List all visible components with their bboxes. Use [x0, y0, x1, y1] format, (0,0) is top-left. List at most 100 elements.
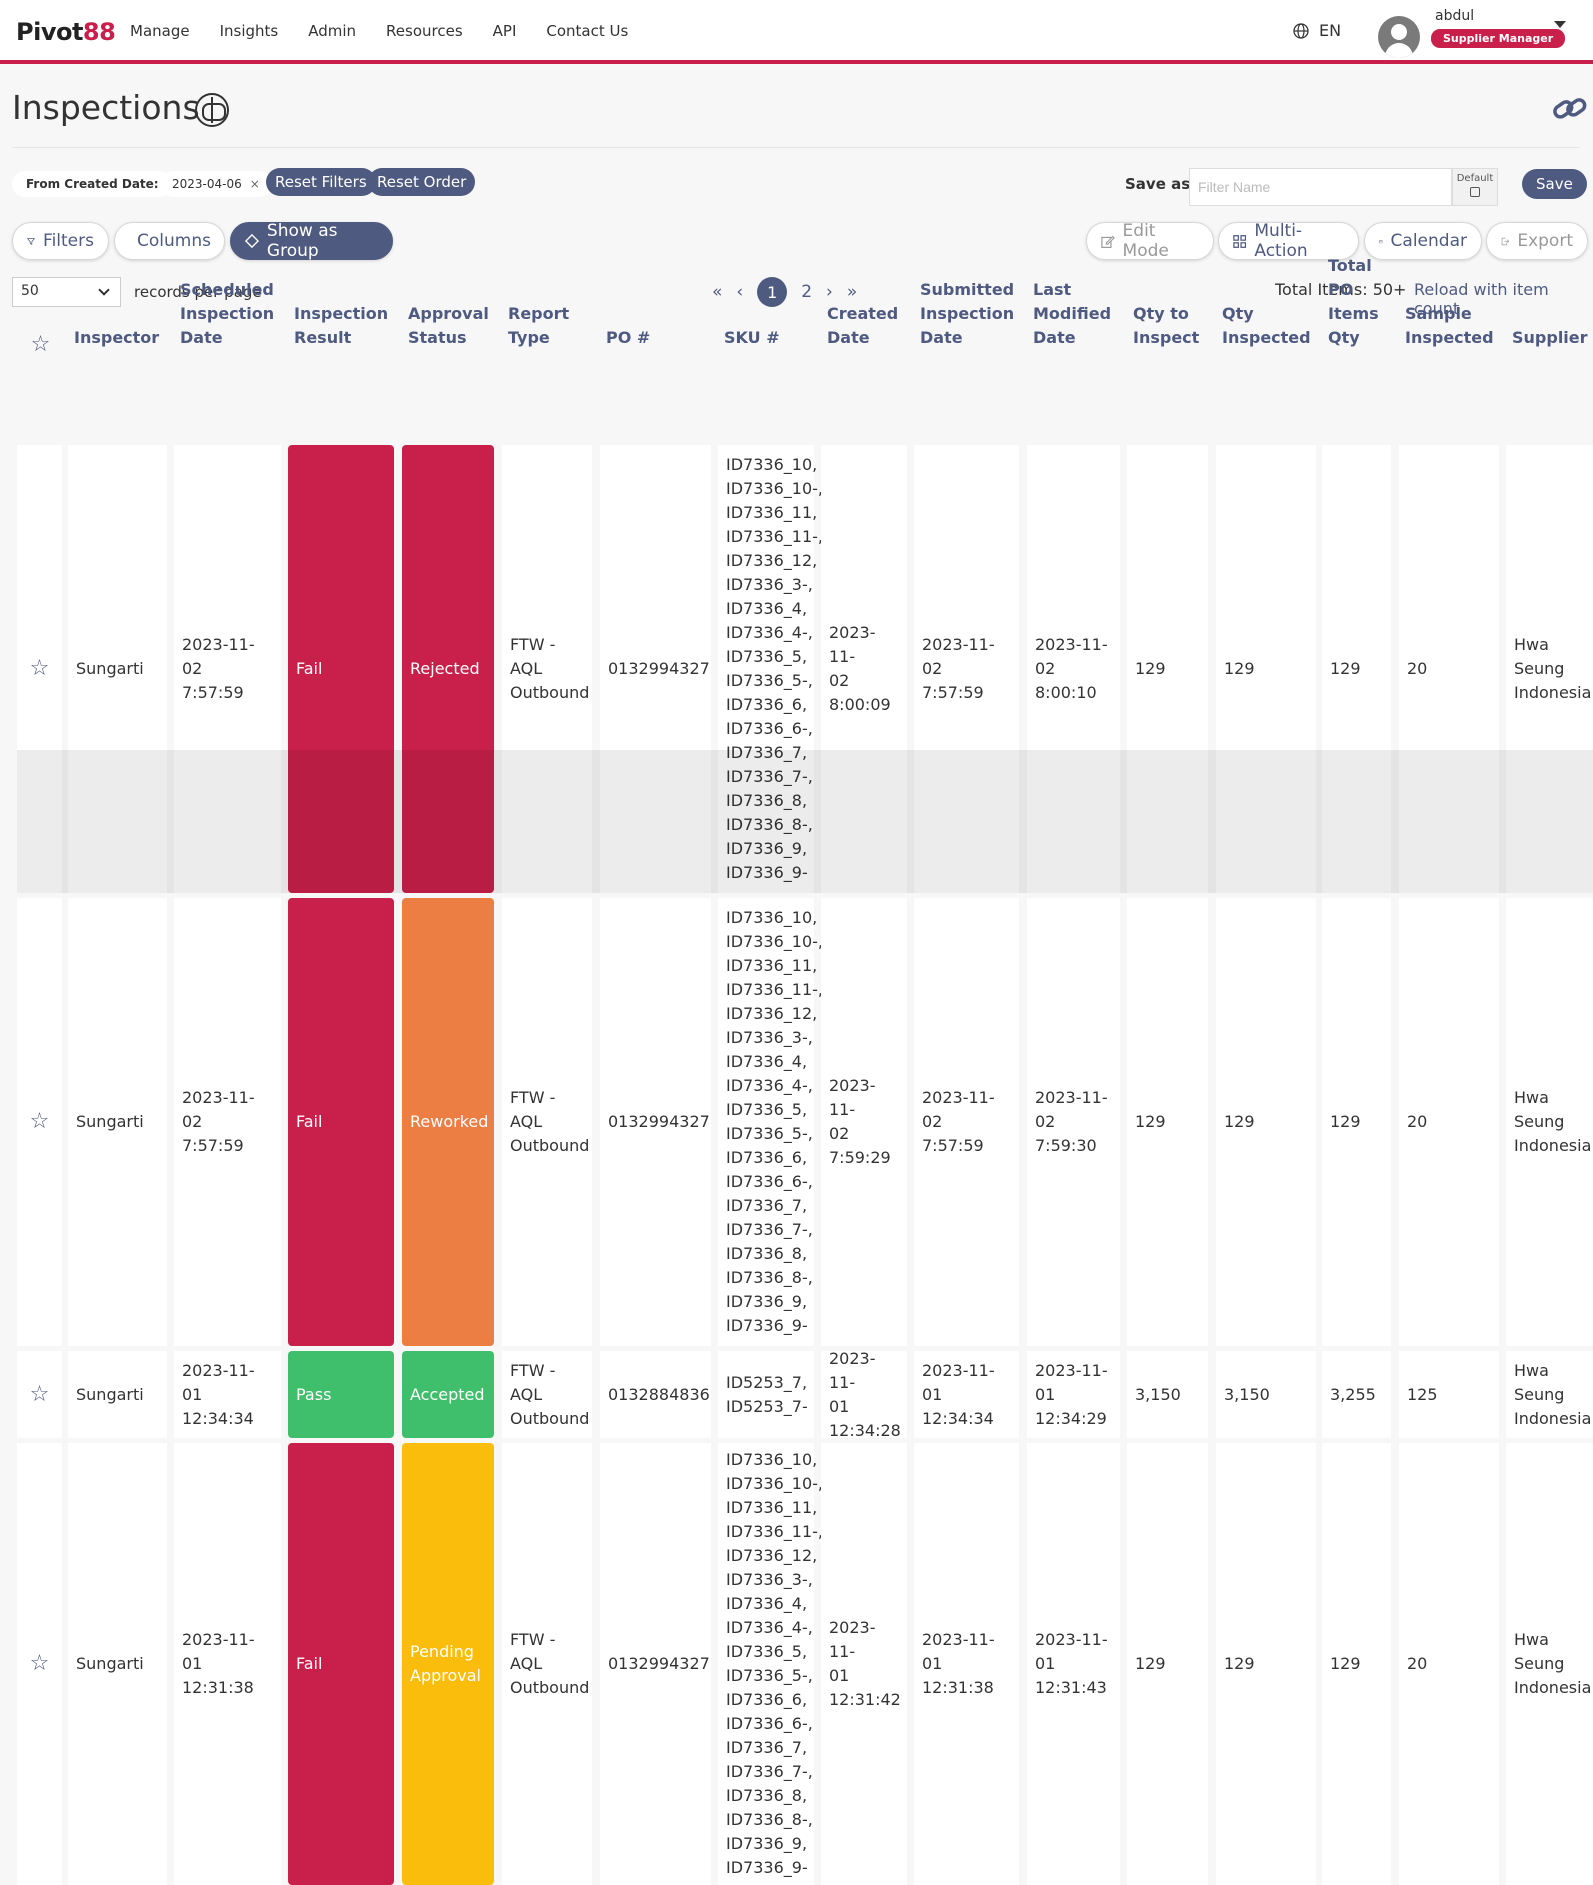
- column-header-scheduled[interactable]: Scheduled Inspection Date: [180, 278, 285, 350]
- cell-supplier: Hwa Seung Indonesia: [1514, 633, 1591, 705]
- table-cell-po[interactable]: 0132994327: [600, 1443, 711, 1885]
- cell-submitted-line: 2023-11-01: [922, 1360, 995, 1404]
- page-1-button[interactable]: 1: [757, 277, 788, 307]
- column-header-line: Submitted: [920, 280, 1015, 299]
- export-button[interactable]: Export: [1486, 222, 1588, 260]
- cell-supplier-line: Hwa: [1514, 1088, 1549, 1107]
- star-icon[interactable]: ☆: [17, 898, 62, 1346]
- top-navbar: Pivot88 Manage Insights Admin Resources …: [0, 0, 1593, 64]
- nav-manage[interactable]: Manage: [130, 22, 190, 40]
- column-header-line: Type: [508, 328, 550, 347]
- from-date-chip[interactable]: 2023-04-06 ×: [160, 171, 272, 197]
- cell-sku-line: ID7336_11-,: [726, 980, 823, 999]
- role-badge: Supplier Manager: [1431, 29, 1566, 48]
- table-cell-inspector: Sungarti: [68, 898, 167, 1346]
- cell-modified: 2023-11- 02 8:00:10: [1035, 633, 1112, 705]
- pager-last-icon[interactable]: »: [847, 282, 857, 302]
- star-icon[interactable]: ☆: [17, 1443, 62, 1885]
- cell-submitted: 2023-11-01 12:34:34: [922, 1359, 1011, 1431]
- column-header-result[interactable]: Inspection Result: [294, 302, 398, 350]
- cell-scheduled-line: 7:57:59: [182, 683, 244, 702]
- cell-sku-line: ID7336_9-: [726, 863, 808, 882]
- table-cell-report: FTW - AQL Outbound: [502, 898, 592, 1346]
- table-cell-po[interactable]: 0132994327: [600, 898, 711, 1346]
- pager-prev-icon[interactable]: ‹: [736, 282, 743, 302]
- table-cell-supplier: Hwa Seung Indonesia: [1506, 1443, 1593, 1885]
- cell-submitted-line: 7:57:59: [922, 683, 984, 702]
- nav-admin[interactable]: Admin: [308, 22, 356, 40]
- save-button[interactable]: Save: [1522, 169, 1587, 199]
- page-2-button[interactable]: 2: [801, 282, 812, 302]
- cell-total_po-line: 129: [1330, 1654, 1361, 1673]
- column-header-po[interactable]: PO #: [606, 326, 715, 350]
- star-icon[interactable]: ☆: [17, 445, 62, 893]
- group-icon: [245, 233, 259, 249]
- close-icon[interactable]: ×: [250, 177, 260, 191]
- columns-button[interactable]: Columns: [114, 222, 225, 260]
- brain-icon[interactable]: [195, 93, 229, 127]
- cell-supplier: Hwa Seung Indonesia: [1514, 1086, 1591, 1158]
- per-page-select[interactable]: 50: [12, 277, 121, 307]
- table-cell-po[interactable]: 0132994327: [600, 445, 711, 893]
- star-icon-header[interactable]: ☆: [17, 332, 64, 357]
- cell-inspector: Sungarti: [76, 1110, 144, 1134]
- nav-resources[interactable]: Resources: [386, 22, 463, 40]
- nav-insights[interactable]: Insights: [220, 22, 279, 40]
- column-header-total_po[interactable]: Total PO Items Qty: [1328, 254, 1395, 350]
- table-cell-po[interactable]: 0132884836: [600, 1351, 711, 1438]
- column-header-supplier[interactable]: Supplier: [1512, 326, 1593, 350]
- column-header-qty_inspect[interactable]: Qty to Inspect: [1133, 302, 1212, 350]
- cell-approval: Pending Approval: [410, 1640, 486, 1688]
- table-cell-created: 2023-11- 01 12:31:42: [821, 1443, 907, 1885]
- cell-qty_inspected: 129: [1224, 1652, 1255, 1676]
- column-header-line: Inspector: [74, 328, 160, 347]
- cell-sku-line: ID7336_7,: [726, 1738, 808, 1757]
- cell-sample-line: 20: [1407, 1112, 1428, 1131]
- cell-approval-line: Reworked: [410, 1112, 489, 1131]
- cell-qty_inspect-line: 129: [1135, 1112, 1166, 1131]
- table-cell-qty_inspected: 129: [1216, 445, 1316, 893]
- table-cell-modified: 2023-11- 02 7:59:30: [1027, 898, 1120, 1346]
- cell-sku-line: ID7336_9,: [726, 1834, 808, 1853]
- table-cell-report: FTW - AQL Outbound: [502, 1351, 592, 1438]
- link-icon[interactable]: [1552, 94, 1588, 124]
- filter-name-input[interactable]: [1189, 168, 1452, 206]
- caret-down-icon[interactable]: [1554, 21, 1566, 28]
- edit-mode-button[interactable]: Edit Mode: [1086, 221, 1214, 261]
- cell-modified-line: 2023-11-: [1035, 1630, 1108, 1649]
- reset-order-button[interactable]: Reset Order: [368, 168, 476, 196]
- filters-button[interactable]: Filters: [12, 222, 109, 260]
- cell-submitted-line: 12:34:34: [922, 1408, 994, 1428]
- cell-sku-line: ID7336_8-,: [726, 1810, 813, 1829]
- cell-sku-line: ID7336_6,: [726, 695, 808, 714]
- pager-next-icon[interactable]: ›: [826, 282, 833, 302]
- column-header-inspector[interactable]: Inspector: [74, 326, 171, 350]
- column-header-sample[interactable]: Sample Inspected: [1405, 302, 1503, 350]
- nav-contact-us[interactable]: Contact Us: [546, 22, 628, 40]
- cell-created-line: 2023-11-: [829, 623, 876, 666]
- default-checkbox[interactable]: Default: [1452, 168, 1498, 206]
- reset-filters-button[interactable]: Reset Filters: [266, 168, 376, 196]
- pager-first-icon[interactable]: «: [712, 282, 722, 302]
- language-selector[interactable]: EN: [1293, 21, 1341, 40]
- cell-sample: 20: [1407, 657, 1427, 681]
- nav-api[interactable]: API: [493, 22, 517, 40]
- column-header-line: PO: [1328, 280, 1354, 299]
- show-as-group-button[interactable]: Show as Group: [230, 221, 393, 261]
- column-header-qty_inspected[interactable]: Qty Inspected: [1222, 302, 1320, 350]
- user-avatar-icon[interactable]: [1378, 16, 1420, 58]
- column-header-submitted[interactable]: Submitted Inspection Date: [920, 278, 1023, 350]
- cell-sku-line: ID7336_6,: [726, 1690, 808, 1709]
- column-header-sku[interactable]: SKU #: [724, 326, 818, 350]
- star-icon[interactable]: ☆: [17, 1351, 62, 1438]
- cell-report: FTW - AQL Outbound: [510, 633, 589, 705]
- column-header-created[interactable]: Created Date: [827, 302, 911, 350]
- column-header-approval[interactable]: Approval Status: [408, 302, 498, 350]
- column-header-modified[interactable]: Last Modified Date: [1033, 278, 1124, 350]
- column-header-report[interactable]: Report Type: [508, 302, 596, 350]
- export-icon: [1501, 237, 1510, 245]
- cell-created-line: 02: [829, 1124, 850, 1143]
- cell-supplier-line: Seung: [1514, 1654, 1565, 1673]
- logo[interactable]: Pivot88: [16, 18, 116, 46]
- table-cell-report: FTW - AQL Outbound: [502, 445, 592, 893]
